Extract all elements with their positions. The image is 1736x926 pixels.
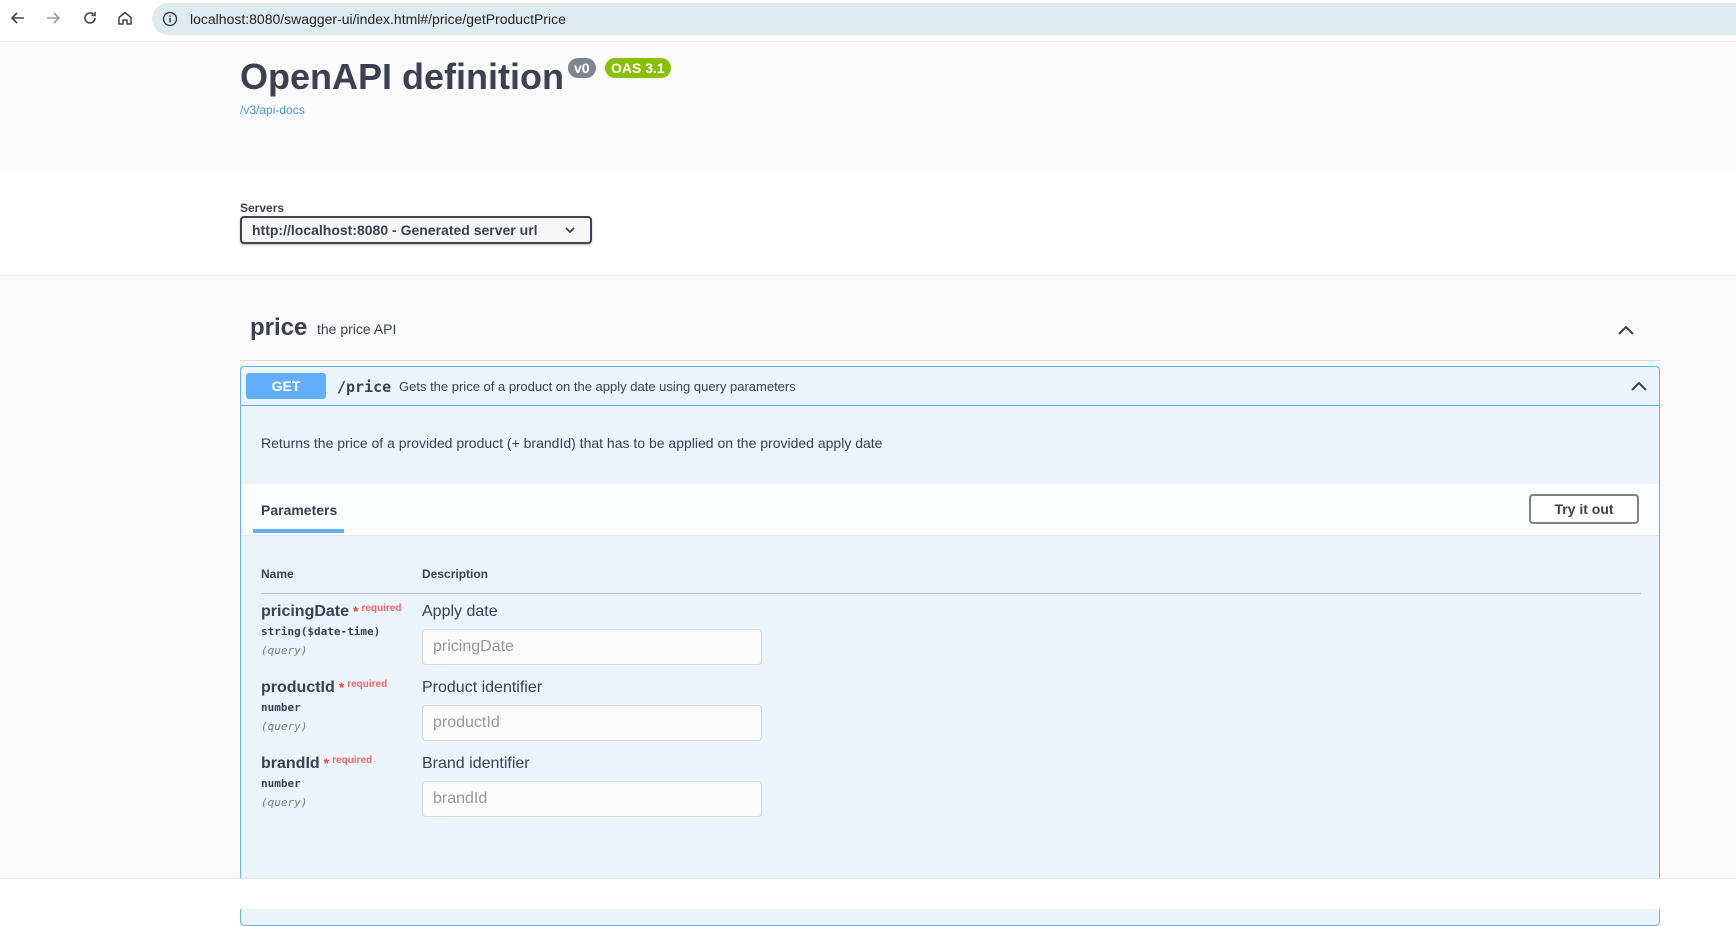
operation-summary-text: Gets the price of a product on the apply… [399,379,796,394]
parameter-description: Brand identifier [422,755,530,772]
required-label: required [361,603,402,614]
servers-selected-value: http://localhost:8080 - Generated server… [252,222,538,238]
parameter-description: Product identifier [422,679,543,696]
home-icon[interactable] [113,6,137,30]
tag-header-price[interactable]: price the price API [240,306,1660,361]
browser-toolbar: localhost:8080/swagger-ui/index.html#/pr… [0,0,1736,42]
parameters-table-header: Name Description [261,567,1641,594]
required-star: * [323,755,330,771]
version-badge: v0 [568,58,596,78]
operation-description: Returns the price of a provided product … [261,435,883,451]
column-name-header: Name [261,567,294,581]
parameter-type: string($date-time) [261,625,381,638]
chevron-up-icon[interactable] [1629,376,1649,396]
chevron-up-icon[interactable] [1616,320,1636,340]
method-badge: GET [246,373,326,399]
page-title: OpenAPI definition [240,56,564,97]
operation-block: GET /price Gets the price of a product o… [240,366,1660,926]
parameter-row: pricingDate * required string($date-time) … [261,603,1641,679]
parameter-row: productId * required number (query) Produc… [261,679,1641,755]
required-star: * [353,603,359,619]
brand-id-input[interactable] [422,781,762,817]
page-bottom-strip [0,878,1736,909]
required-label: required [332,755,373,766]
parameter-name: brandId * required [261,755,373,772]
chevron-down-icon [565,227,575,234]
oas-badge: OAS 3.1 [605,58,671,78]
parameter-name: pricingDate * required [261,603,402,620]
site-info-icon[interactable] [162,11,178,27]
servers-select[interactable]: http://localhost:8080 - Generated server… [240,216,592,244]
parameter-type: number [261,701,301,714]
forward-icon[interactable] [41,6,65,30]
required-star: * [338,679,345,695]
tab-active-indicator [253,529,344,533]
pricing-date-input[interactable] [422,629,762,665]
parameter-row: brandId * required number (query) Brand id… [261,755,1641,831]
tab-parameters[interactable]: Parameters [261,502,337,518]
tag-name: price [250,314,308,341]
address-bar[interactable]: localhost:8080/swagger-ui/index.html#/pr… [152,3,1736,35]
parameters-header: Parameters Try it out [241,484,1659,536]
parameter-type: number [261,777,301,790]
api-docs-link[interactable]: /v3/api-docs [240,103,305,117]
parameter-name: productId * required [261,679,388,696]
url-text[interactable]: localhost:8080/swagger-ui/index.html#/pr… [190,11,566,27]
product-id-input[interactable] [422,705,762,741]
parameter-in: (query) [261,644,308,657]
column-description-header: Description [422,567,489,581]
parameter-in: (query) [261,720,308,733]
operation-summary[interactable]: GET /price Gets the price of a product o… [241,367,1659,406]
back-icon[interactable] [6,6,30,30]
reload-icon[interactable] [78,6,102,30]
parameter-in: (query) [261,796,308,809]
servers-label: Servers [240,201,285,215]
operation-path: /price [337,378,392,396]
tag-description: the price API [317,321,397,337]
try-it-out-button[interactable]: Try it out [1529,494,1639,524]
parameter-description: Apply date [422,603,498,620]
required-label: required [347,679,388,690]
